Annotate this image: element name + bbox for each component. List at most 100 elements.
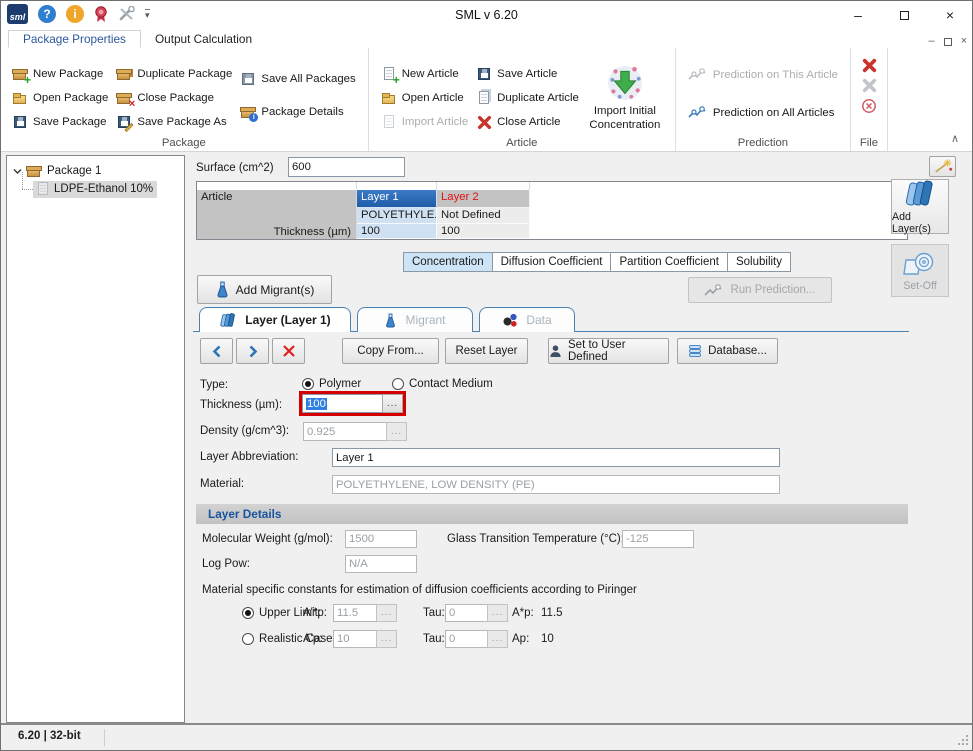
database-button[interactable]: Database... bbox=[677, 338, 778, 364]
app-logo-icon[interactable]: sml bbox=[7, 4, 28, 24]
molecular-weight-input[interactable]: 1500 bbox=[345, 530, 417, 548]
tab-layer[interactable]: Layer (Layer 1) bbox=[199, 307, 351, 332]
tab-partition-coefficient[interactable]: Partition Coefficient bbox=[610, 252, 728, 272]
layer1-thickness-cell[interactable]: 100 bbox=[357, 224, 437, 239]
import-article-button[interactable]: Import Article bbox=[377, 110, 472, 134]
add-layers-button[interactable]: Add Layer(s) bbox=[891, 179, 949, 234]
help-icon[interactable]: ? bbox=[38, 5, 56, 23]
add-migrants-button[interactable]: Add Migrant(s) bbox=[197, 275, 332, 304]
thickness-input[interactable]: 100 bbox=[302, 394, 383, 413]
tab-package-properties[interactable]: Package Properties bbox=[8, 30, 141, 48]
resize-grip[interactable] bbox=[966, 743, 968, 745]
file-close-disabled-icon[interactable] bbox=[862, 78, 877, 93]
upper-result-value: 11.5 bbox=[541, 607, 563, 619]
save-article-button[interactable]: Save Article bbox=[472, 62, 583, 86]
open-article-button[interactable]: Open Article bbox=[377, 86, 472, 110]
mdi-close-button[interactable]: × bbox=[961, 35, 967, 47]
tree-connector bbox=[22, 189, 33, 190]
close-button[interactable]: × bbox=[927, 0, 973, 30]
layers-icon bbox=[903, 179, 937, 209]
reset-layer-button[interactable]: Reset Layer bbox=[445, 338, 528, 364]
molecule-icon bbox=[502, 312, 518, 328]
material-input[interactable]: POLYETHYLENE, LOW DENSITY (PE) bbox=[332, 475, 780, 494]
layer-abbreviation-input[interactable]: Layer 1 bbox=[332, 448, 780, 467]
info-icon[interactable]: i bbox=[66, 5, 84, 23]
article-layers-table[interactable]: Article Thickness (µm) Layer 1 Layer 2 P… bbox=[196, 181, 908, 240]
realistic-coef-input[interactable]: 10 bbox=[333, 630, 377, 648]
table-spacer bbox=[197, 182, 357, 190]
mdi-restore-button[interactable] bbox=[944, 38, 952, 46]
wand-icon bbox=[933, 159, 953, 174]
tree-item-package[interactable]: Package 1 bbox=[13, 162, 101, 180]
ribbon-collapse-button[interactable]: ∧ bbox=[951, 132, 959, 145]
layer2-header-cell[interactable]: Layer 2 bbox=[437, 190, 530, 208]
tree-expander-icon[interactable] bbox=[13, 168, 22, 175]
prediction-all-articles-button[interactable]: Prediction on All Articles bbox=[684, 101, 842, 125]
import-initial-concentration-button[interactable]: Import Initial Concentration bbox=[583, 62, 667, 135]
thickness-browse-button[interactable]: ... bbox=[382, 394, 403, 413]
delete-layer-button[interactable] bbox=[272, 338, 305, 364]
contact-medium-radio[interactable]: Contact Medium bbox=[392, 378, 493, 390]
density-browse-button[interactable]: ... bbox=[386, 422, 407, 441]
save-package-button[interactable]: Save Package bbox=[8, 110, 112, 134]
surface-input[interactable]: 600 bbox=[288, 157, 405, 177]
duplicate-package-button[interactable]: Duplicate Package bbox=[112, 62, 236, 86]
layer-details-header: Layer Details bbox=[196, 504, 908, 524]
set-to-user-defined-button[interactable]: Set to User Defined bbox=[548, 338, 669, 364]
new-package-button[interactable]: + New Package bbox=[8, 62, 112, 86]
prediction-icon bbox=[688, 106, 708, 119]
tab-concentration[interactable]: Concentration bbox=[403, 252, 493, 272]
wand-button[interactable] bbox=[929, 156, 956, 177]
layer1-material-cell[interactable]: POLYETHYLE... bbox=[357, 208, 437, 224]
certificate-icon[interactable] bbox=[94, 6, 108, 23]
save-package-as-button[interactable]: Save Package As bbox=[112, 110, 236, 134]
upper-coef-browse-button[interactable]: ... bbox=[376, 604, 397, 622]
log-pow-input[interactable]: N/A bbox=[345, 555, 417, 573]
save-all-packages-button[interactable]: Save All Packages bbox=[236, 67, 359, 91]
upper-limit-radio[interactable] bbox=[242, 607, 254, 619]
copy-from-button[interactable]: Copy From... bbox=[342, 338, 439, 364]
layer1-header-cell[interactable]: Layer 1 bbox=[357, 190, 437, 208]
tab-migrant[interactable]: Migrant bbox=[357, 307, 473, 332]
qat-dropdown-icon[interactable]: ▾ bbox=[145, 9, 150, 19]
set-off-button[interactable]: Set-Off bbox=[891, 244, 949, 297]
maximize-button[interactable] bbox=[881, 0, 927, 30]
type-label: Type: bbox=[200, 379, 228, 391]
realistic-tau-input[interactable]: 0 bbox=[445, 630, 488, 648]
mdi-minimize-button[interactable]: – bbox=[928, 35, 934, 47]
upper-coef-label: A'*p: bbox=[303, 607, 327, 619]
realistic-case-radio[interactable] bbox=[242, 633, 254, 645]
close-package-button[interactable]: × Close Package bbox=[112, 86, 236, 110]
glass-transition-input[interactable]: -125 bbox=[622, 530, 694, 548]
tools-icon[interactable] bbox=[118, 6, 135, 22]
layer2-thickness-cell[interactable]: 100 bbox=[437, 224, 530, 239]
new-package-icon: + bbox=[12, 66, 28, 82]
duplicate-article-button[interactable]: Duplicate Article bbox=[472, 86, 583, 110]
package-details-button[interactable]: i Package Details bbox=[236, 100, 359, 124]
previous-layer-button[interactable] bbox=[200, 338, 233, 364]
polymer-radio[interactable]: Polymer bbox=[302, 378, 361, 390]
maximize-icon bbox=[900, 11, 909, 20]
file-close-red-icon[interactable] bbox=[862, 58, 877, 73]
prediction-this-article-button[interactable]: Prediction on This Article bbox=[684, 63, 842, 87]
upper-tau-input[interactable]: 0 bbox=[445, 604, 488, 622]
run-prediction-button[interactable]: Run Prediction... bbox=[688, 277, 832, 303]
file-cancel-icon[interactable] bbox=[861, 98, 877, 114]
upper-tau-browse-button[interactable]: ... bbox=[487, 604, 508, 622]
tab-diffusion-coefficient[interactable]: Diffusion Coefficient bbox=[492, 252, 612, 272]
new-article-button[interactable]: + New Article bbox=[377, 62, 472, 86]
realistic-coef-browse-button[interactable]: ... bbox=[376, 630, 397, 648]
open-package-button[interactable]: Open Package bbox=[8, 86, 112, 110]
layer2-material-cell[interactable]: Not Defined bbox=[437, 208, 530, 224]
next-layer-button[interactable] bbox=[236, 338, 269, 364]
chevron-left-icon bbox=[212, 345, 222, 358]
tab-data[interactable]: Data bbox=[479, 307, 575, 332]
tab-solubility[interactable]: Solubility bbox=[727, 252, 791, 272]
close-article-button[interactable]: Close Article bbox=[472, 110, 583, 134]
tree-item-article[interactable]: LDPE-Ethanol 10% bbox=[33, 180, 157, 198]
minimize-button[interactable]: – bbox=[835, 0, 881, 30]
upper-coef-input[interactable]: 11.5 bbox=[333, 604, 377, 622]
tab-output-calculation[interactable]: Output Calculation bbox=[141, 30, 266, 48]
density-input[interactable]: 0.925 bbox=[303, 422, 387, 441]
realistic-tau-browse-button[interactable]: ... bbox=[487, 630, 508, 648]
